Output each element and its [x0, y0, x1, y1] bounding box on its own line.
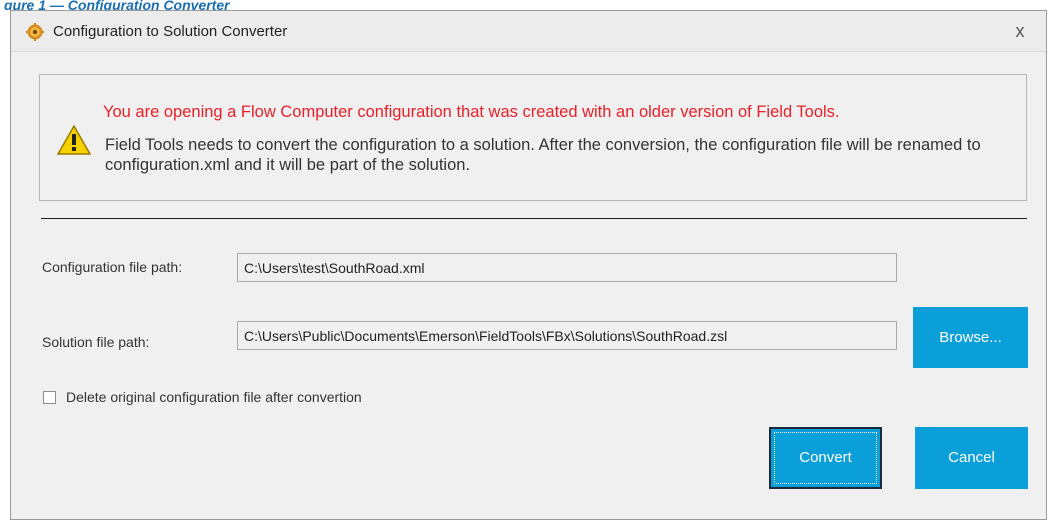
info-panel: You are opening a Flow Computer configur… — [39, 74, 1027, 201]
solution-path-label: Solution file path: — [42, 334, 150, 350]
warning-message: You are opening a Flow Computer configur… — [103, 103, 840, 121]
config-path-label: Configuration file path: — [42, 259, 183, 275]
browse-button[interactable]: Browse... — [913, 307, 1028, 368]
close-button[interactable]: x — [1008, 20, 1032, 42]
title-bar: Configuration to Solution Converter x — [11, 11, 1046, 52]
app-gear-icon — [26, 23, 44, 41]
delete-original-label[interactable]: Delete original configuration file after… — [66, 389, 362, 405]
figure-caption-fragment: gure 1 — Configuration Converter — [4, 0, 230, 10]
delete-original-checkbox[interactable] — [43, 391, 56, 404]
window-title: Configuration to Solution Converter — [53, 23, 288, 40]
conversion-detail-text: Field Tools needs to convert the configu… — [105, 136, 981, 174]
divider — [41, 218, 1027, 219]
cancel-button[interactable]: Cancel — [915, 427, 1028, 489]
solution-path-field[interactable] — [237, 321, 897, 350]
focus-outline — [774, 432, 877, 484]
warning-icon — [57, 125, 91, 155]
converter-dialog: Configuration to Solution Converter x Yo… — [10, 10, 1047, 520]
config-path-field[interactable] — [237, 253, 897, 282]
convert-button[interactable]: Convert — [769, 427, 882, 489]
